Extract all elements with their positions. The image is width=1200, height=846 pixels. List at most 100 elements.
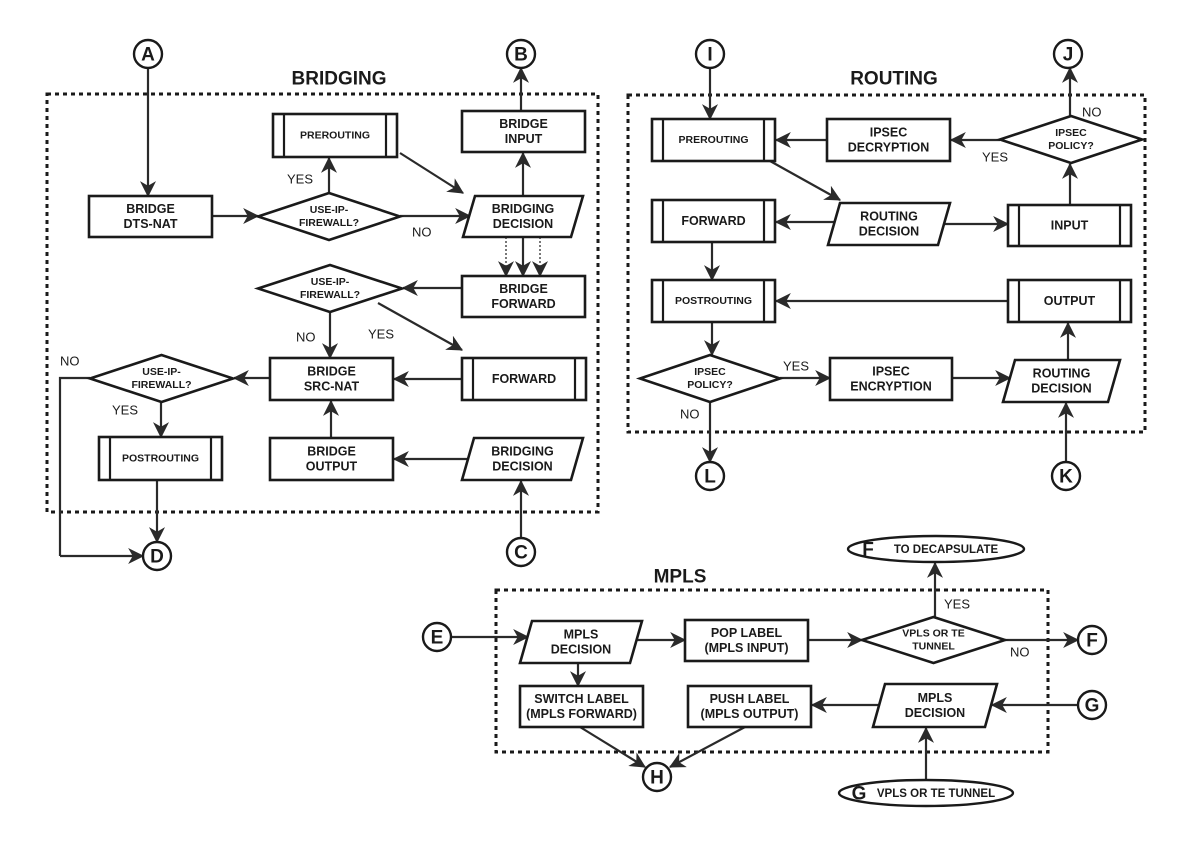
connector-b: B	[505, 38, 537, 70]
connector-label: I	[707, 45, 712, 66]
node-label: SRC-NAT	[304, 380, 360, 394]
node-label: MPLS	[918, 691, 953, 705]
node-r-decision1: ROUTINGDECISION	[826, 201, 952, 247]
node-label: OUTPUT	[1044, 294, 1096, 308]
node-label: DECISION	[905, 706, 965, 720]
edge-label-yes: YES	[287, 172, 313, 187]
connector-label: F	[1086, 631, 1098, 652]
connector-label: G	[1085, 696, 1100, 717]
terminator-text: VPLS OR TE TUNNEL	[877, 788, 995, 800]
node-label: PREROUTING	[300, 130, 370, 142]
terminator-text: TO DECAPSULATE	[894, 544, 999, 556]
node-label: PUSH LABEL	[710, 692, 790, 706]
node-b-decision2: BRIDGINGDECISION	[460, 436, 585, 482]
node-m-switch: SWITCH LABEL(MPLS FORWARD)	[518, 684, 645, 729]
edge-label-no: NO	[680, 407, 700, 422]
node-r-decision2: ROUTINGDECISION	[1001, 358, 1122, 404]
node-label: FORWARD	[492, 372, 556, 386]
edge-label-no: NO	[412, 225, 432, 240]
node-label: BRIDGING	[491, 445, 554, 459]
node-b-postrouting: POSTROUTING	[97, 435, 224, 482]
node-label: POLICY?	[687, 379, 733, 391]
routing-title: ROUTING	[850, 69, 938, 90]
node-label: POSTROUTING	[675, 295, 752, 307]
node-label: DECISION	[551, 643, 611, 657]
node-label: FIREWALL?	[299, 217, 359, 229]
node-label: DECISION	[1031, 382, 1091, 396]
node-label: INPUT	[1051, 219, 1089, 233]
node-b-input: BRIDGEINPUT	[460, 109, 587, 154]
node-label: USE-IP-	[311, 276, 350, 288]
node-label: BRIDGE	[307, 365, 356, 379]
terminator-g-vpls: G VPLS OR TE TUNNEL	[837, 778, 1015, 808]
node-r-encrypt: IPSECENCRYPTION	[828, 356, 954, 402]
node-r-input: INPUT	[1006, 203, 1133, 248]
connector-l: L	[694, 460, 726, 492]
edge-prerouting-to-decision	[399, 152, 464, 194]
edge-label-yes: YES	[944, 597, 970, 612]
node-label: (MPLS OUTPUT)	[701, 707, 799, 721]
edge-label-yes: YES	[982, 150, 1008, 165]
node-r-prerouting: PREROUTING	[650, 117, 777, 163]
node-label: IPSEC	[870, 126, 908, 140]
terminator-letter: F	[862, 540, 874, 561]
packet-flow-diagram: BRIDGING ROUTING MPLS BRIDGEDTS-NATUSE-I…	[45, 38, 1147, 808]
node-b-output: BRIDGEOUTPUT	[268, 436, 395, 482]
node-label: POSTROUTING	[122, 453, 199, 465]
node-label: IPSEC	[872, 365, 910, 379]
nodes-layer: BRIDGEDTS-NATUSE-IP-FIREWALL?PREROUTINGB…	[85, 109, 1147, 729]
node-label: BRIDGE	[126, 202, 175, 216]
edge-label-no: NO	[1082, 105, 1102, 120]
node-label: POP LABEL	[711, 626, 783, 640]
edge-label-yes: YES	[112, 403, 138, 418]
edge-label-no: NO	[1010, 645, 1030, 660]
node-label: ENCRYPTION	[850, 380, 932, 394]
node-m-decision1: MPLSDECISION	[518, 619, 644, 665]
node-label: BRIDGE	[307, 445, 356, 459]
connector-label: B	[514, 45, 528, 66]
node-b-forward: BRIDGEFORWARD	[460, 274, 587, 319]
connector-label: E	[431, 628, 444, 649]
node-label: PREROUTING	[678, 134, 748, 146]
node-label: TUNNEL	[912, 641, 955, 653]
node-label: BRIDGE	[499, 282, 548, 296]
connector-f: F	[1076, 624, 1108, 656]
connector-label: K	[1059, 467, 1073, 488]
connector-i: I	[694, 38, 726, 70]
node-label: VPLS OR TE	[902, 628, 964, 640]
node-label: OUTPUT	[306, 460, 358, 474]
connector-d: D	[141, 540, 173, 572]
connector-label: J	[1063, 45, 1074, 66]
node-r-decrypt: IPSECDECRYPTION	[825, 117, 952, 163]
connector-h: H	[641, 761, 673, 793]
node-r-policy2: IPSECPOLICY?	[635, 353, 785, 404]
node-label: DECRYPTION	[848, 141, 930, 155]
node-label: DECISION	[492, 460, 552, 474]
node-label: ROUTING	[1033, 367, 1091, 381]
node-b-prerouting: PREROUTING	[271, 112, 399, 159]
connector-e: E	[421, 621, 453, 653]
connector-label: D	[150, 547, 164, 568]
edge-label-yes: YES	[368, 327, 394, 342]
connector-g: G	[1076, 689, 1108, 721]
terminator-letter: G	[852, 784, 867, 805]
edge-fw3-no-line	[58, 376, 90, 556]
node-label: DTS-NAT	[124, 217, 178, 231]
connector-label: L	[704, 467, 716, 488]
node-b-fwd-sub: FORWARD	[460, 356, 588, 402]
node-m-decision2: MPLSDECISION	[871, 682, 999, 729]
node-label: BRIDGE	[499, 117, 548, 131]
bridging-title: BRIDGING	[292, 69, 387, 90]
edges-layer	[58, 66, 1080, 780]
node-b-decision1: BRIDGINGDECISION	[461, 194, 585, 239]
node-label: FORWARD	[681, 214, 745, 228]
edge-prerouting-to-decision	[769, 160, 841, 201]
node-label: (MPLS FORWARD)	[526, 707, 637, 721]
node-label: USE-IP-	[310, 204, 349, 216]
node-b-fw3: USE-IP-FIREWALL?	[85, 353, 238, 404]
connector-label: H	[650, 768, 664, 789]
edge-label-no: NO	[60, 354, 80, 369]
node-label: DECISION	[859, 225, 919, 239]
node-b-fw1: USE-IP-FIREWALL?	[253, 191, 405, 242]
terminator-f-decap: F TO DECAPSULATE	[846, 534, 1026, 564]
